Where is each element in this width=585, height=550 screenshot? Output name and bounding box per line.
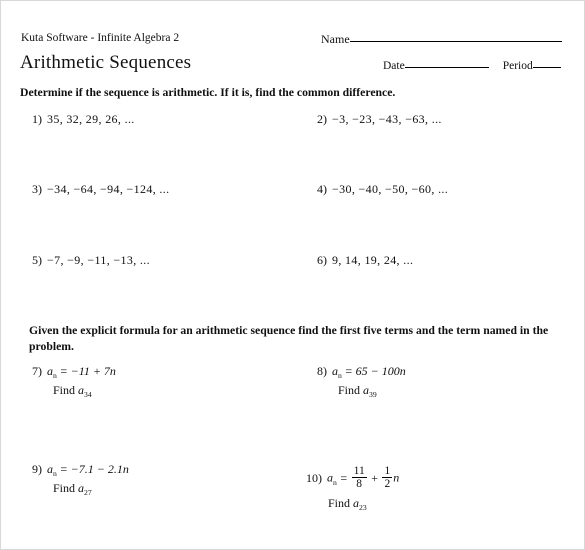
problem-9-equals: = (60, 462, 68, 476)
problem-10-operator: + (371, 470, 378, 485)
problem-7-equals: = (60, 364, 68, 378)
name-field-row: Name (321, 32, 562, 47)
problem-7-find-subscript: 34 (84, 390, 92, 399)
problem-10-fraction-1-denominator: 8 (351, 477, 367, 490)
problem-9-expression: −7.1 − 2.1n (70, 462, 129, 476)
period-label: Period (502, 60, 533, 72)
problem-9-find-subscript: 27 (84, 488, 92, 497)
problem-4-sequence: −30, −40, −50, −60, ... (332, 182, 449, 196)
problem-7: 7) an = −11 + 7n Find a34 (21, 364, 116, 399)
problem-8-find-label: Find (338, 383, 361, 397)
problem-6: 6) 9, 14, 19, 24, ... (306, 253, 413, 268)
problem-8-expression: 65 − 100n (355, 364, 406, 378)
problem-7-expression: −11 + 7n (70, 364, 116, 378)
problem-3: 3) −34, −64, −94, −124, ... (21, 182, 169, 197)
page-title: Arithmetic Sequences (20, 52, 192, 73)
problem-7-find-line: Find a34 (53, 383, 116, 399)
problem-6-number: 6) (317, 253, 327, 267)
problem-5-number: 5) (32, 253, 42, 267)
problem-8-number: 8) (317, 364, 327, 378)
problem-1: 1) 35, 32, 29, 26, ... (21, 112, 135, 127)
problem-4-number: 4) (317, 182, 327, 196)
problem-9: 9) an = −7.1 − 2.1n Find a27 (21, 462, 129, 497)
section-2-directions: Given the explicit formula for an arithm… (29, 324, 549, 353)
problem-2-sequence: −3, −23, −43, −63, ... (332, 112, 442, 126)
problem-10: 10) an = 11 8 +1 2 n Find a23 (301, 465, 400, 512)
problem-8: 8) an = 65 − 100n Find a39 (306, 364, 406, 399)
problem-9-term-subscript: n (53, 469, 57, 478)
problem-2: 2) −3, −23, −43, −63, ... (306, 112, 442, 127)
problem-5-sequence: −7, −9, −11, −13, ... (47, 253, 150, 267)
problem-10-term-subscript: n (333, 477, 337, 487)
problem-8-term-subscript: n (338, 371, 342, 380)
problem-9-number: 9) (32, 462, 42, 476)
problem-2-number: 2) (317, 112, 327, 126)
date-label: Date (383, 60, 405, 72)
problem-10-trailing-variable: n (393, 470, 400, 485)
name-label: Name (321, 32, 350, 46)
problem-7-number: 7) (32, 364, 42, 378)
problem-3-number: 3) (32, 182, 42, 196)
problem-10-number: 10) (306, 470, 322, 485)
problem-10-fraction-1: 11 8 (351, 465, 368, 491)
software-brand-label: Kuta Software - Infinite Algebra 2 (21, 32, 180, 44)
problem-10-fraction-1-numerator: 11 (353, 465, 365, 477)
date-period-field-row: Date Period (383, 60, 561, 72)
problem-9-find-line: Find a27 (53, 481, 129, 497)
date-input-line[interactable] (404, 67, 489, 68)
problem-9-find-label: Find (53, 481, 76, 495)
problem-10-fraction-2-numerator: 1 (384, 465, 391, 477)
problem-10-find-label: Find (328, 495, 351, 510)
problem-10-find-line: Find a23 (328, 495, 399, 512)
worksheet-page: Kuta Software - Infinite Algebra 2 Arith… (0, 0, 585, 550)
problem-10-fraction-2-denominator: 2 (382, 477, 393, 491)
problem-5: 5) −7, −9, −11, −13, ... (21, 253, 150, 268)
problem-6-sequence: 9, 14, 19, 24, ... (332, 253, 414, 267)
problem-8-find-subscript: 39 (369, 390, 377, 399)
problem-1-sequence: 35, 32, 29, 26, ... (47, 112, 135, 126)
problem-10-equals: = (340, 470, 348, 485)
problem-7-find-label: Find (53, 383, 76, 397)
problem-10-formula: 10) an = 11 8 +1 2 n (301, 465, 400, 492)
name-input-line[interactable] (349, 41, 562, 42)
problem-8-find-line: Find a39 (338, 383, 406, 399)
period-input-line[interactable] (532, 67, 561, 68)
problem-1-number: 1) (32, 112, 42, 126)
problem-7-term-subscript: n (53, 371, 57, 380)
problem-10-find-subscript: 23 (359, 502, 367, 512)
problem-10-fraction-2: 12 (381, 465, 393, 491)
section-1-directions: Determine if the sequence is arithmetic.… (20, 86, 396, 99)
problem-3-sequence: −34, −64, −94, −124, ... (47, 182, 170, 196)
problem-8-equals: = (345, 364, 353, 378)
problem-4: 4) −30, −40, −50, −60, ... (306, 182, 448, 197)
